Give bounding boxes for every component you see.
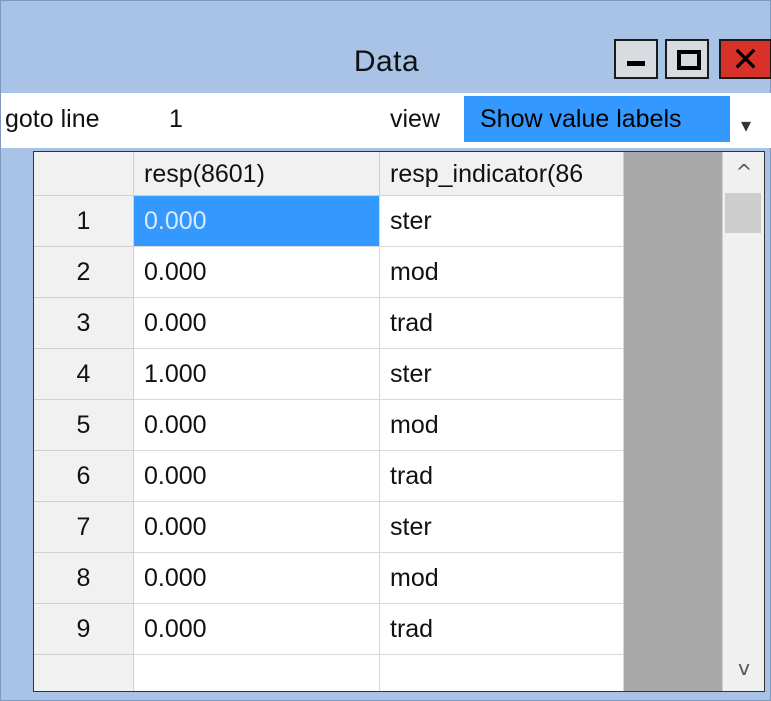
row-number[interactable]: 4 [34,349,134,400]
cell-resp[interactable]: 0.000 [134,604,380,655]
cell-resp[interactable]: 0.000 [134,502,380,553]
minimize-icon [627,61,645,66]
cell-resp[interactable]: 0.000 [134,298,380,349]
title-bar[interactable]: Data ✕ [1,1,771,93]
cell-resp[interactable]: 0.000 [134,400,380,451]
close-button[interactable]: ✕ [719,39,771,79]
dropdown-arrow-icon[interactable]: ▾ [741,113,751,137]
toolbar: goto line view Show value labels ▾ [1,93,771,148]
scrollbar-thumb[interactable] [725,193,761,233]
data-grid: resp(8601) resp_indicator(86 1 0.000 ste… [33,151,765,692]
scroll-down-icon[interactable]: v [723,648,764,688]
view-label: view [390,105,441,133]
close-icon: ✕ [731,40,760,80]
cell-resp-partial [134,655,380,691]
goto-line-label: goto line [5,105,100,133]
row-number[interactable]: 3 [34,298,134,349]
scroll-up-icon[interactable]: ^ [723,152,764,192]
cell-resp[interactable]: 0.000 [134,247,380,298]
row-number[interactable]: 2 [34,247,134,298]
row-header-corner [34,152,134,196]
cell-resp-indicator-partial [380,655,624,691]
row-number-partial [34,655,134,691]
cell-resp-indicator[interactable]: mod [380,400,624,451]
row-number[interactable]: 7 [34,502,134,553]
row-number[interactable]: 1 [34,196,134,247]
cell-resp-indicator[interactable]: mod [380,247,624,298]
row-number[interactable]: 6 [34,451,134,502]
goto-line-input[interactable] [165,96,375,142]
cell-resp-indicator[interactable]: trad [380,451,624,502]
cell-resp-indicator[interactable]: ster [380,349,624,400]
cell-resp[interactable]: 1.000 [134,349,380,400]
cell-resp[interactable]: 0.000 [134,553,380,604]
row-number[interactable]: 9 [34,604,134,655]
data-window: Data ✕ goto line view Show value labels … [0,0,771,701]
row-number[interactable]: 5 [34,400,134,451]
column-header-resp[interactable]: resp(8601) [134,152,380,196]
cell-resp[interactable]: 0.000 [134,196,380,247]
column-header-resp-indicator[interactable]: resp_indicator(86 [380,152,624,196]
minimize-button[interactable] [614,39,658,79]
cell-resp[interactable]: 0.000 [134,451,380,502]
cell-resp-indicator[interactable]: mod [380,553,624,604]
vertical-scrollbar[interactable]: ^ v [722,152,764,691]
row-number[interactable]: 8 [34,553,134,604]
maximize-button[interactable] [665,39,709,79]
cell-resp-indicator[interactable]: trad [380,604,624,655]
cell-resp-indicator[interactable]: ster [380,196,624,247]
maximize-icon [677,50,701,70]
cell-resp-indicator[interactable]: trad [380,298,624,349]
view-mode-select[interactable]: Show value labels [464,96,730,142]
grid-empty-area [624,152,722,691]
cell-resp-indicator[interactable]: ster [380,502,624,553]
